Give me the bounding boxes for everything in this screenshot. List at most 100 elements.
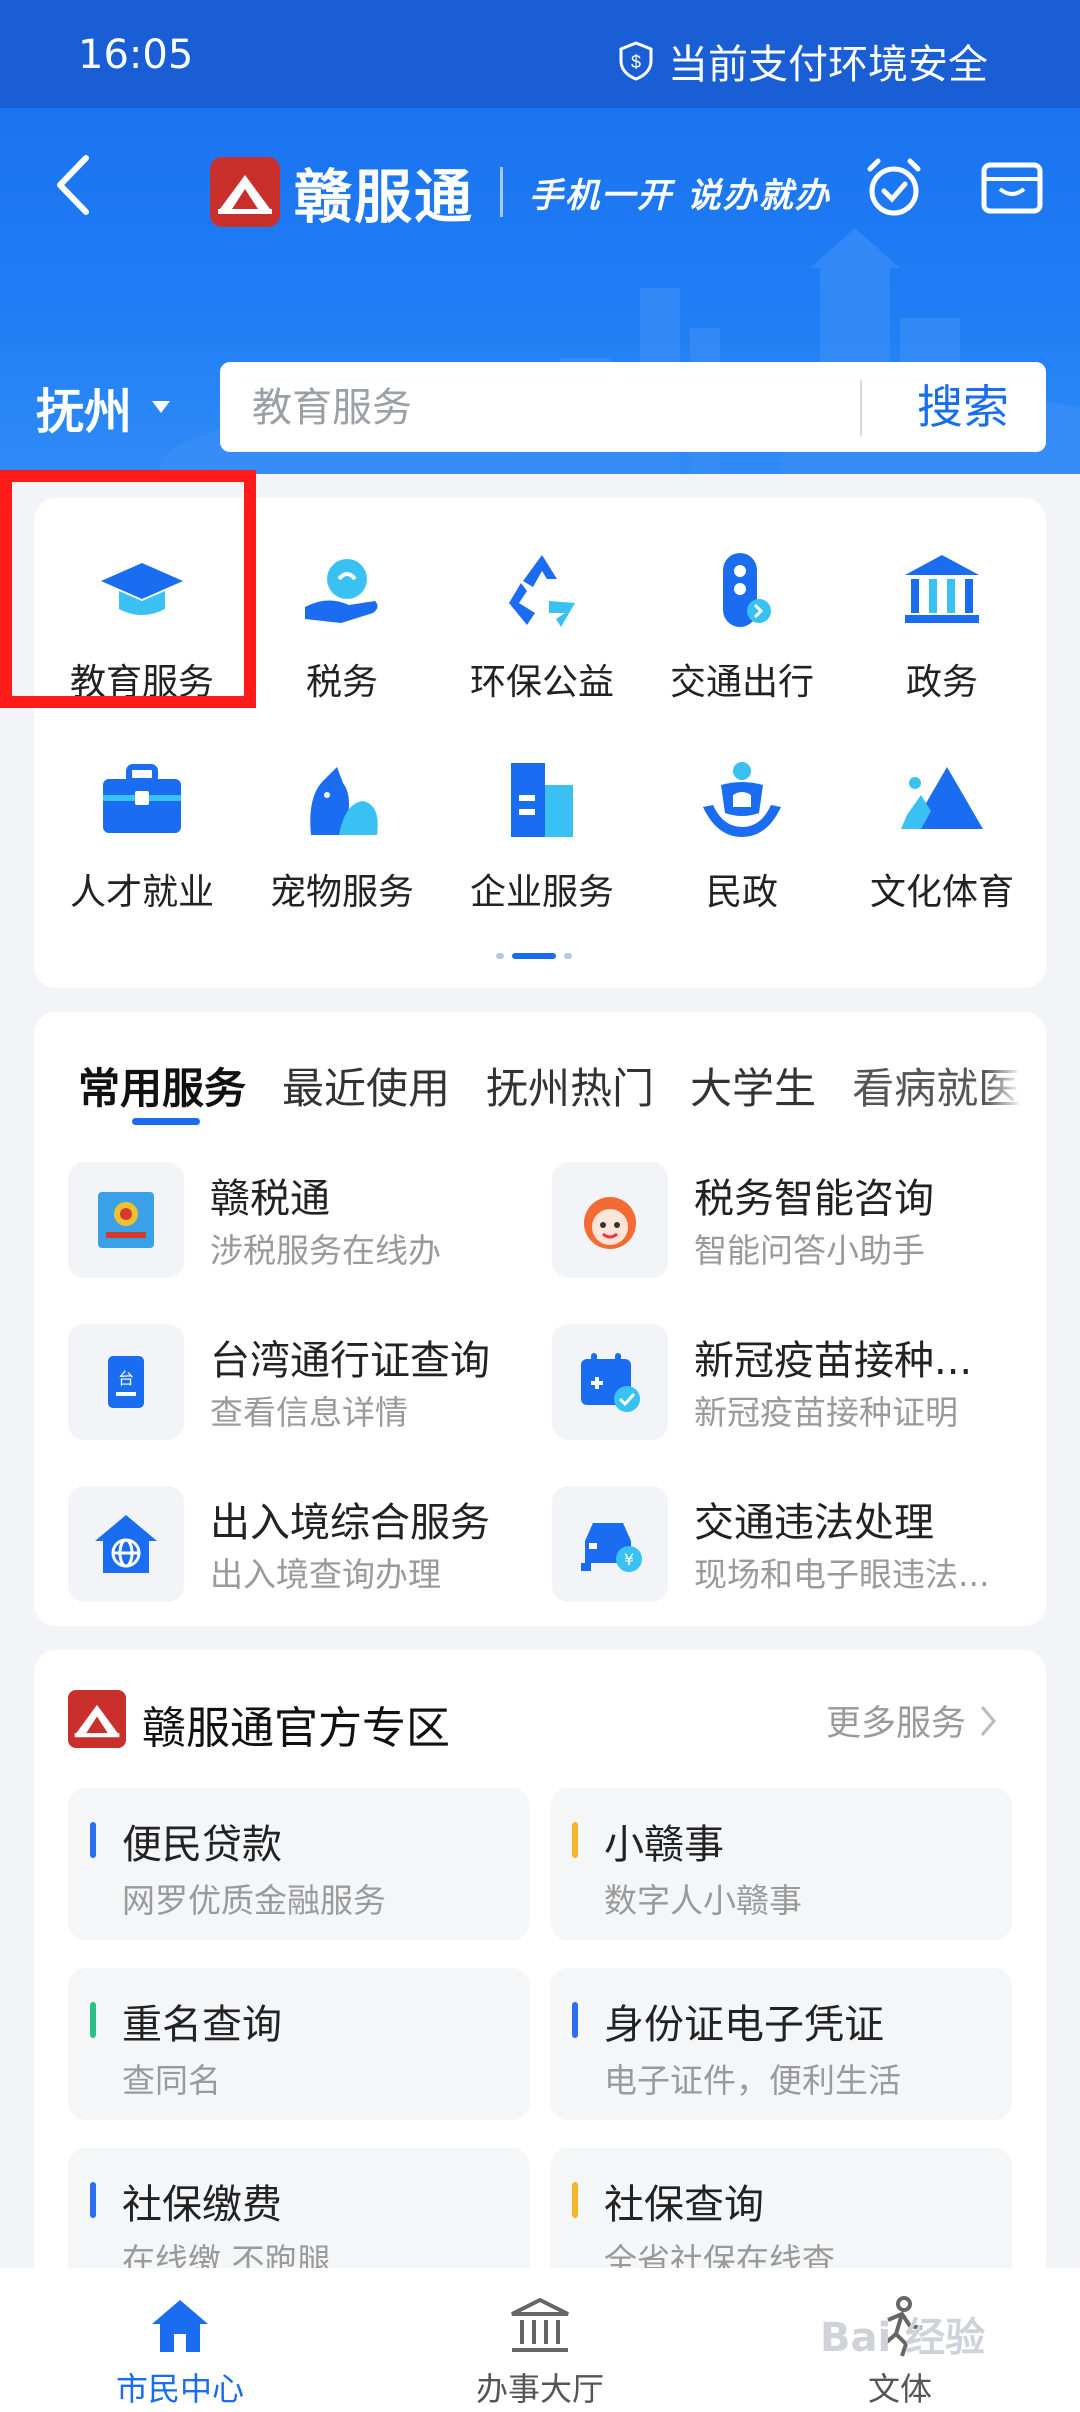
zone-title: 赣服通官方专区 xyxy=(142,1703,450,1754)
zone-item[interactable]: 重名查询 查同名 xyxy=(68,1968,530,2120)
service-subtitle: 智能问答小助手 xyxy=(694,1231,925,1270)
traffic-light-icon xyxy=(723,553,771,627)
nav-citizen-center[interactable]: 市民中心 xyxy=(60,2268,300,2412)
globe-house-icon xyxy=(95,1515,157,1573)
caret-down-icon xyxy=(152,401,171,413)
category-label: 民政 xyxy=(705,872,778,913)
tab-fuzhou-popular[interactable]: 抚州热门 xyxy=(486,1055,654,1116)
zone-item-subtitle: 查同名 xyxy=(122,2061,221,2100)
service-title: 台湾通行证查询 xyxy=(210,1338,490,1384)
service-item[interactable]: 赣税通 涉税服务在线办 xyxy=(68,1162,538,1282)
zone-item-subtitle: 网罗优质金融服务 xyxy=(122,1881,386,1920)
category-civil-affairs[interactable]: 民政 xyxy=(642,715,842,915)
chevron-right-icon xyxy=(980,1705,996,1736)
brand-name: 赣服通 xyxy=(294,163,475,231)
category-culture-sports[interactable]: 文化体育 xyxy=(842,715,1042,915)
page-dot xyxy=(496,953,504,959)
nav-label: 办事大厅 xyxy=(475,2370,604,2408)
search-bar: 搜索 xyxy=(220,362,1046,454)
zone-item-title: 身份证电子凭证 xyxy=(604,2002,884,2048)
civil-affairs-icon xyxy=(703,762,781,837)
service-item[interactable]: 新冠疫苗接种... 新冠疫苗接种证明 xyxy=(552,1324,1022,1444)
tax-emblem-icon xyxy=(98,1192,154,1248)
page-dot xyxy=(564,953,572,959)
brand: 赣服通 手机一开 说办就办 xyxy=(210,150,831,234)
service-icon-box xyxy=(68,1486,184,1602)
service-title: 出入境综合服务 xyxy=(210,1500,490,1546)
category-label: 企业服务 xyxy=(469,872,614,913)
service-subtitle: 查看信息详情 xyxy=(210,1393,408,1432)
zone-item-accent xyxy=(572,1822,578,1858)
brand-slogan: 手机一开 说办就办 xyxy=(529,175,831,216)
status-bar: 16:05 $ 当前支付环境安全 xyxy=(0,0,1080,108)
reminder-button[interactable] xyxy=(862,155,926,223)
payment-safety-status: $ 当前支付环境安全 xyxy=(618,32,988,90)
service-item[interactable]: 出入境综合服务 出入境查询办理 xyxy=(68,1486,538,1606)
service-icon-box: 台 xyxy=(68,1324,184,1440)
city-name: 抚州 xyxy=(36,384,133,440)
search-divider xyxy=(860,380,862,436)
assistant-face-icon xyxy=(584,1197,636,1249)
tab-common-services[interactable]: 常用服务 xyxy=(78,1055,246,1116)
service-title: 新冠疫苗接种... xyxy=(694,1338,973,1384)
category-employment[interactable]: 人才就业 xyxy=(42,715,242,915)
pet-icon xyxy=(310,767,378,835)
safety-text: 当前支付环境安全 xyxy=(668,42,988,88)
nav-label: 市民中心 xyxy=(115,2370,244,2408)
service-title: 赣税通 xyxy=(210,1176,330,1222)
service-icon-box: ¥ xyxy=(552,1486,668,1602)
government-building-icon xyxy=(511,2297,569,2352)
back-button[interactable] xyxy=(48,150,98,224)
car-fine-icon: ¥ xyxy=(581,1523,642,1572)
category-tax[interactable]: 税务 xyxy=(242,505,442,705)
highlight-box xyxy=(0,470,256,708)
zone-item-accent xyxy=(90,1822,96,1858)
zone-item-accent xyxy=(572,2182,578,2218)
search-button[interactable]: 搜索 xyxy=(880,362,1046,452)
page-dot-active xyxy=(512,953,556,959)
service-subtitle: 新冠疫苗接种证明 xyxy=(694,1393,958,1432)
mountain-logo-icon xyxy=(74,1704,120,1738)
tab-university-students[interactable]: 大学生 xyxy=(690,1055,816,1116)
category-label: 交通出行 xyxy=(669,662,814,703)
search-input[interactable] xyxy=(250,362,774,454)
nav-label: 文体 xyxy=(867,2370,932,2408)
category-environment[interactable]: 环保公益 xyxy=(442,505,642,705)
category-label: 政务 xyxy=(905,662,978,703)
culture-mountain-icon xyxy=(901,767,983,829)
service-item[interactable]: 台 台湾通行证查询 查看信息详情 xyxy=(68,1324,538,1444)
shield-icon: $ xyxy=(619,41,653,81)
service-subtitle: 出入境查询办理 xyxy=(210,1555,441,1594)
zone-item-accent xyxy=(90,2002,96,2038)
more-services-link[interactable]: 更多服务 xyxy=(826,1695,998,1746)
service-subtitle: 现场和电子眼违法... xyxy=(694,1555,990,1594)
zone-item[interactable]: 小赣事 数字人小赣事 xyxy=(550,1788,1012,1940)
city-selector[interactable]: 抚州 xyxy=(36,372,172,442)
calendar-check-icon xyxy=(581,1353,640,1412)
category-transport[interactable]: 交通出行 xyxy=(642,505,842,705)
zone-item[interactable]: 便民贷款 网罗优质金融服务 xyxy=(68,1788,530,1940)
brand-divider xyxy=(500,167,504,217)
zone-logo xyxy=(68,1690,126,1748)
recycle-icon xyxy=(509,555,575,627)
category-pets[interactable]: 宠物服务 xyxy=(242,715,442,915)
chevron-left-icon xyxy=(57,155,89,215)
service-icon-box xyxy=(552,1324,668,1440)
zone-item-title: 社保缴费 xyxy=(122,2182,282,2228)
service-item[interactable]: 税务智能咨询 智能问答小助手 xyxy=(552,1162,1022,1282)
category-enterprise[interactable]: 企业服务 xyxy=(442,715,642,915)
card-wallet-button[interactable] xyxy=(980,155,1044,223)
tab-recently-used[interactable]: 最近使用 xyxy=(282,1055,450,1116)
category-government[interactable]: 政务 xyxy=(842,505,1042,705)
enterprise-building-icon xyxy=(511,763,573,837)
service-subtitle: 涉税服务在线办 xyxy=(210,1231,441,1270)
brand-logo xyxy=(210,157,280,227)
tax-hand-icon xyxy=(305,559,378,623)
service-item[interactable]: ¥ 交通违法处理 现场和电子眼违法... xyxy=(552,1486,1022,1606)
zone-item[interactable]: 身份证电子凭证 电子证件，便利生活 xyxy=(550,1968,1012,2120)
zone-item-accent xyxy=(572,2002,578,2038)
status-time: 16:05 xyxy=(78,32,194,78)
service-icon-box xyxy=(68,1162,184,1278)
zone-item-accent xyxy=(90,2182,96,2218)
nav-service-hall[interactable]: 办事大厅 xyxy=(420,2268,660,2412)
